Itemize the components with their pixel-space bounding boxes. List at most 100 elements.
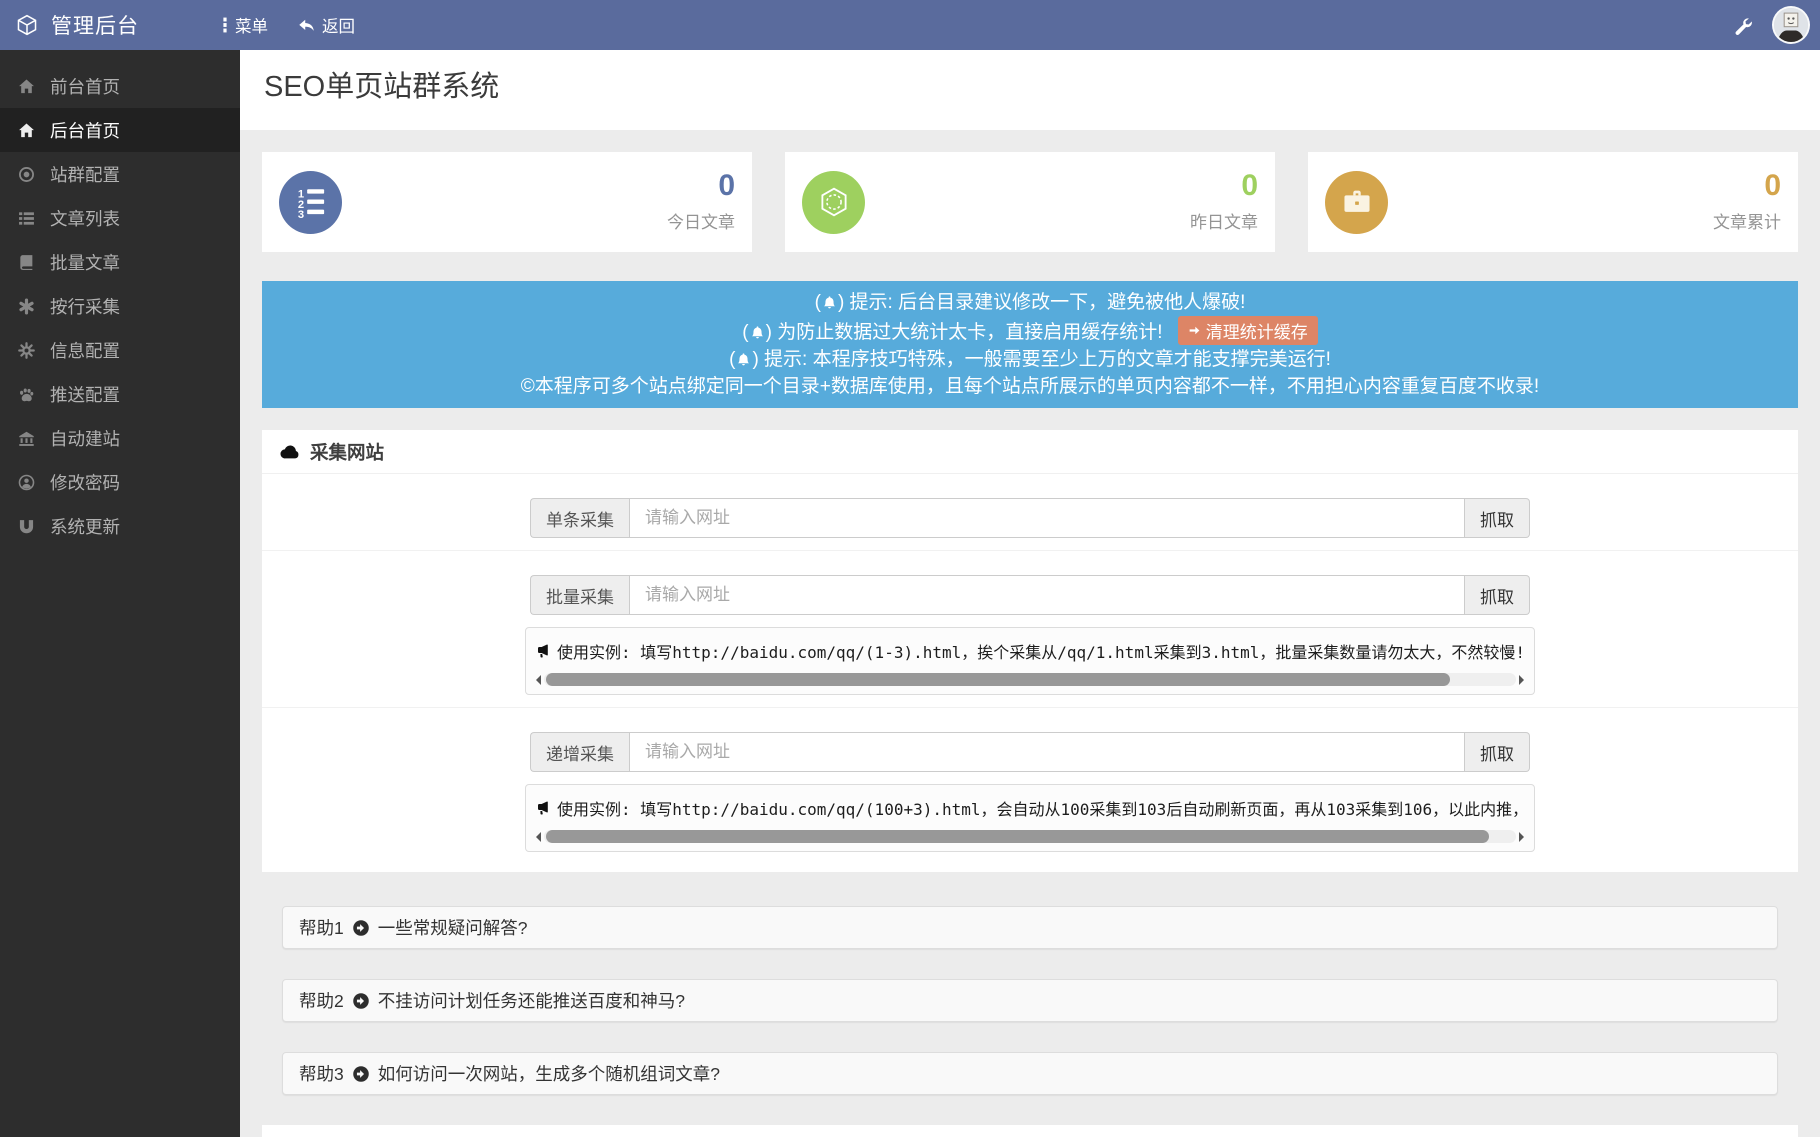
sidebar-item-change-password[interactable]: 修改密码 (0, 460, 240, 504)
increment-collect-url-input[interactable] (629, 732, 1465, 772)
asterisk-icon (17, 297, 35, 315)
sidebar-menu: 前台首页 后台首页 站群配置 文章列表 批量文章 按行采集 信息配置 推送配置 (0, 50, 240, 548)
svg-text:3: 3 (297, 209, 303, 218)
wrench-icon (1733, 16, 1752, 35)
magnet-icon (17, 517, 35, 535)
bullhorn-icon (536, 643, 552, 659)
sidebar-item-line-collect[interactable]: 按行采集 (0, 284, 240, 328)
sidebar-item-admin-home[interactable]: 后台首页 (0, 108, 240, 152)
grab-button[interactable]: 抓取 (1465, 732, 1530, 772)
stat-label: 文章累计 (1713, 208, 1781, 233)
sidebar-item-auto-build[interactable]: 自动建站 (0, 416, 240, 460)
brand[interactable]: 管理后台 (0, 10, 240, 40)
ellipsis-v-icon (222, 17, 228, 33)
stat-label: 昨日文章 (1190, 208, 1258, 233)
collect-row-batch: 批量采集 抓取 使用实例: 填写http://baidu.com/qq/(1-3… (262, 551, 1798, 708)
scroll-left-arrow[interactable] (536, 832, 541, 842)
reply-arrow-icon (298, 17, 315, 34)
scrollbar-thumb[interactable] (546, 673, 1450, 686)
avatar[interactable] (1772, 6, 1810, 44)
batch-collect-url-input[interactable] (629, 575, 1465, 615)
book-icon (17, 253, 35, 271)
menu-button[interactable]: 菜单 (222, 13, 268, 37)
arrow-circle-right-icon (352, 1065, 370, 1083)
collect-panel: 采集网站 单条采集 抓取 批量采集 抓取 (262, 430, 1798, 872)
bank-icon (17, 429, 35, 447)
panel-bottom-strip (262, 1125, 1798, 1137)
hexagon-icon (802, 171, 865, 234)
grab-button[interactable]: 抓取 (1465, 498, 1530, 538)
help-item-3[interactable]: 帮助3 如何访问一次网站，生成多个随机组词文章? (282, 1052, 1778, 1095)
sidebar-item-article-list[interactable]: 文章列表 (0, 196, 240, 240)
bell-icon (822, 295, 837, 310)
content-body: 1 2 3 0 今日文章 (240, 130, 1820, 1137)
grab-button[interactable]: 抓取 (1465, 575, 1530, 615)
collect-panel-header: 采集网站 (262, 430, 1798, 474)
collect-row-single: 单条采集 抓取 (262, 474, 1798, 551)
notice-line: () 为防止数据过大统计太卡，直接启用缓存统计! 清理统计缓存 (272, 316, 1788, 346)
stat-label: 今日文章 (667, 208, 735, 233)
stat-card-total-articles: 0 文章累计 (1308, 152, 1798, 252)
home-icon (17, 77, 35, 95)
batch-collect-help: 使用实例: 填写http://baidu.com/qq/(1-3).html，挨… (525, 627, 1535, 695)
help-item-2[interactable]: 帮助2 不挂访问计划任务还能推送百度和神马? (282, 979, 1778, 1022)
horizontal-scrollbar[interactable] (536, 672, 1524, 687)
stat-value: 0 (667, 171, 735, 201)
top-header: 管理后台 菜单 返回 (0, 0, 1820, 50)
notice-line: ©本程序可多个站点绑定同一个目录+数据库使用，且每个站点所展示的单页内容都不一样… (272, 373, 1788, 400)
single-collect-url-input[interactable] (629, 498, 1465, 538)
arrow-circle-right-icon (352, 992, 370, 1010)
scrollbar-thumb[interactable] (546, 830, 1489, 843)
sidebar-item-push-config[interactable]: 推送配置 (0, 372, 240, 416)
gear-icon (17, 341, 35, 359)
sidebar-item-system-update[interactable]: 系统更新 (0, 504, 240, 548)
globe-icon (17, 165, 35, 183)
help-item-1[interactable]: 帮助1 一些常规疑问解答? (282, 906, 1778, 949)
sidebar-item-info-config[interactable]: 信息配置 (0, 328, 240, 372)
home-icon (17, 121, 35, 139)
sidebar-item-batch-articles[interactable]: 批量文章 (0, 240, 240, 284)
notice-line: () 提示: 后台目录建议修改一下，避免被他人爆破! (272, 289, 1788, 316)
copyright-icon: © (521, 376, 535, 397)
cloud-icon (280, 444, 301, 459)
notice-line: () 提示: 本程序技巧特殊，一般需要至少上万的文章才能支撑完美运行! (272, 346, 1788, 373)
bullhorn-icon (536, 800, 552, 816)
briefcase-icon (1325, 171, 1388, 234)
scroll-left-arrow[interactable] (536, 675, 541, 685)
content-header: SEO单页站群系统 (240, 50, 1820, 130)
sidebar-item-front-home[interactable]: 前台首页 (0, 64, 240, 108)
single-collect-group: 单条采集 抓取 (530, 498, 1530, 538)
horizontal-scrollbar[interactable] (536, 829, 1524, 844)
increment-collect-group: 递增采集 抓取 (530, 732, 1530, 772)
content-wrapper: SEO单页站群系统 1 2 3 0 今日文章 (240, 0, 1820, 1137)
scroll-right-arrow[interactable] (1519, 675, 1524, 685)
batch-collect-group: 批量采集 抓取 (530, 575, 1530, 615)
clear-stats-cache-button[interactable]: 清理统计缓存 (1178, 316, 1318, 345)
sidebar-item-sites-config[interactable]: 站群配置 (0, 152, 240, 196)
page-title: SEO单页站群系统 (264, 70, 1796, 104)
arrow-circle-right-icon (352, 919, 370, 937)
user-circle-icon (17, 473, 35, 491)
collect-row-increment: 递增采集 抓取 使用实例: 填写http://baidu.com/qq/(100… (262, 708, 1798, 872)
bell-icon (736, 352, 751, 367)
list-icon (17, 209, 35, 227)
header-actions (1733, 6, 1820, 44)
notice-banner: () 提示: 后台目录建议修改一下，避免被他人爆破! () 为防止数据过大统计太… (262, 281, 1798, 408)
arrow-right-icon (1188, 324, 1201, 337)
ordered-list-icon: 1 2 3 (279, 171, 342, 234)
stat-card-yesterday-articles: 0 昨日文章 (785, 152, 1275, 252)
input-label: 批量采集 (530, 575, 629, 615)
stats-row: 1 2 3 0 今日文章 (262, 152, 1798, 252)
stat-value: 0 (1190, 171, 1258, 201)
stat-value: 0 (1713, 171, 1781, 201)
settings-wrench-button[interactable] (1733, 16, 1752, 35)
stat-card-today-articles: 1 2 3 0 今日文章 (262, 152, 752, 252)
app-title: 管理后台 (51, 10, 139, 40)
paw-icon (17, 385, 35, 403)
scroll-right-arrow[interactable] (1519, 832, 1524, 842)
input-label: 单条采集 (530, 498, 629, 538)
top-nav: 菜单 返回 (222, 13, 355, 37)
back-button[interactable]: 返回 (298, 13, 355, 37)
increment-collect-help: 使用实例: 填写http://baidu.com/qq/(100+3).html… (525, 784, 1535, 852)
cube-icon (16, 14, 38, 36)
